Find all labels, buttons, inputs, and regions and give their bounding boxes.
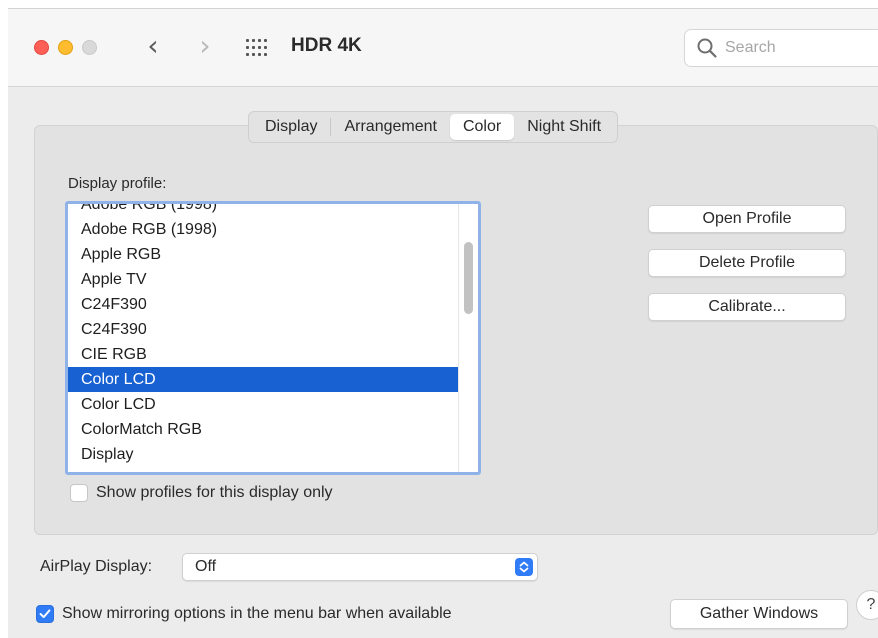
- airplay-display-select[interactable]: Off: [182, 553, 538, 581]
- scrollbar-thumb[interactable]: [464, 242, 473, 314]
- title-bar: ‹ › HDR 4K: [8, 9, 878, 87]
- display-profile-list[interactable]: Adobe RGB (1998) Adobe RGB (1998) Apple …: [65, 201, 481, 475]
- list-item[interactable]: Adobe RGB (1998): [68, 204, 458, 217]
- show-all-preferences-grid-icon[interactable]: [246, 39, 270, 57]
- profile-list-scrollbar[interactable]: [458, 204, 478, 472]
- forward-button[interactable]: ›: [192, 31, 218, 63]
- list-item[interactable]: Display: [68, 442, 458, 467]
- show-mirroring-label: Show mirroring options in the menu bar w…: [62, 605, 452, 622]
- airplay-selected-value: Off: [195, 558, 217, 575]
- question-mark-icon: ?: [866, 596, 876, 613]
- list-item[interactable]: Adobe RGB (1998): [68, 217, 458, 242]
- list-item[interactable]: C24F390: [68, 292, 458, 317]
- list-item[interactable]: CIE RGB: [68, 342, 458, 367]
- display-preferences-window: ‹ › HDR 4K Display Arrangement Color Nig…: [8, 8, 878, 638]
- calibrate-button[interactable]: Calibrate...: [648, 293, 846, 321]
- checkmark-icon: [39, 609, 51, 619]
- window-title: HDR 4K: [291, 35, 362, 56]
- list-item[interactable]: C24F390: [68, 317, 458, 342]
- airplay-display-label: AirPlay Display:: [40, 558, 153, 575]
- zoom-window-button[interactable]: [82, 40, 97, 55]
- open-profile-button[interactable]: Open Profile: [648, 205, 846, 233]
- minimize-window-button[interactable]: [58, 40, 73, 55]
- display-profile-label: Display profile:: [68, 175, 167, 192]
- show-mirroring-checkbox[interactable]: [36, 605, 54, 623]
- search-icon: [697, 38, 717, 58]
- back-button[interactable]: ‹: [140, 31, 166, 63]
- chevron-left-icon: ‹: [147, 29, 159, 62]
- list-item-selected[interactable]: Color LCD: [68, 367, 458, 392]
- list-item[interactable]: ColorMatch RGB: [68, 417, 458, 442]
- delete-profile-button[interactable]: Delete Profile: [648, 249, 846, 277]
- profile-list-items: Adobe RGB (1998) Adobe RGB (1998) Apple …: [68, 204, 458, 467]
- gather-windows-button[interactable]: Gather Windows: [670, 599, 848, 629]
- close-window-button[interactable]: [34, 40, 49, 55]
- list-item[interactable]: Apple RGB: [68, 242, 458, 267]
- tab-display[interactable]: Display: [252, 118, 332, 136]
- segmented-tab-bar: Display Arrangement Color Night Shift: [248, 111, 619, 143]
- list-item[interactable]: Color LCD: [68, 392, 458, 417]
- chevron-right-icon: ›: [199, 29, 211, 62]
- tab-night-shift[interactable]: Night Shift: [514, 114, 614, 140]
- help-button[interactable]: ?: [856, 590, 878, 620]
- updown-chevron-icon: [515, 558, 533, 576]
- search-input[interactable]: [725, 37, 875, 59]
- tab-arrangement[interactable]: Arrangement: [331, 114, 450, 140]
- tab-color[interactable]: Color: [449, 114, 515, 140]
- search-field[interactable]: [684, 29, 878, 67]
- show-profiles-checkbox[interactable]: [70, 484, 88, 502]
- list-item[interactable]: Apple TV: [68, 267, 458, 292]
- show-profiles-label: Show profiles for this display only: [96, 484, 333, 501]
